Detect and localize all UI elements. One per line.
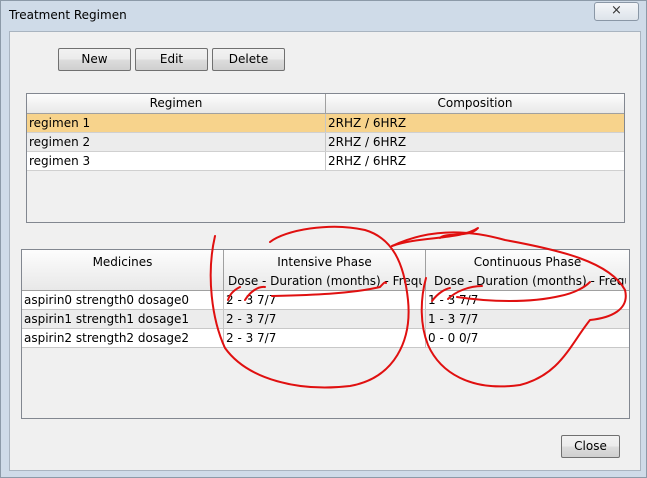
intensive-cell[interactable]: 2 - 3 7/7 <box>224 310 426 328</box>
continuous-cell[interactable]: 0 - 0 0/7 <box>426 329 629 347</box>
dialog-content: New Edit Delete Regimen Composition regi… <box>9 31 641 471</box>
column-header-continuous-phase[interactable]: Continuous Phase Dose - Duration (months… <box>426 250 629 290</box>
intensive-cell[interactable]: 2 - 3 7/7 <box>224 291 426 309</box>
column-header-medicines[interactable]: Medicines <box>22 250 224 290</box>
title-bar[interactable]: Treatment Regimen × <box>1 1 646 30</box>
column-header-composition[interactable]: Composition <box>326 94 624 113</box>
medicine-cell: aspirin2 strength2 dosage2 <box>22 329 224 347</box>
intensive-cell[interactable]: 2 - 3 7/7 <box>224 329 426 347</box>
regimen-table: Regimen Composition regimen 1 2RHZ / 6HR… <box>26 93 625 223</box>
regimen-cell: regimen 2 <box>27 133 326 151</box>
table-row[interactable]: regimen 1 2RHZ / 6HRZ <box>27 114 624 133</box>
composition-cell: 2RHZ / 6HRZ <box>328 116 407 130</box>
medicines-table: Medicines Intensive Phase Dose - Duratio… <box>21 249 630 419</box>
intensive-header-label: Intensive Phase <box>277 255 372 269</box>
composition-cell: 2RHZ / 6HRZ <box>328 154 407 168</box>
edit-button[interactable]: Edit <box>135 48 208 71</box>
continuous-cell[interactable]: 1 - 3 7/7 <box>426 291 629 309</box>
delete-button[interactable]: Delete <box>212 48 285 71</box>
column-header-regimen[interactable]: Regimen <box>27 94 326 113</box>
table-row[interactable]: aspirin0 strength0 dosage0 2 - 3 7/7 1 -… <box>22 291 629 310</box>
regimen-table-header: Regimen Composition <box>27 94 624 114</box>
close-icon: × <box>611 3 622 18</box>
regimen-cell: regimen 1 <box>27 114 326 132</box>
continuous-header-label: Continuous Phase <box>473 255 582 269</box>
medicine-cell: aspirin1 strength1 dosage1 <box>22 310 224 328</box>
continuous-subheader-label: Dose - Duration (months) - Frequ... <box>434 274 626 288</box>
new-button[interactable]: New <box>58 48 131 71</box>
continuous-cell[interactable]: 1 - 3 7/7 <box>426 310 629 328</box>
intensive-subheader-label: Dose - Duration (months) - Freque... <box>228 274 422 288</box>
table-row[interactable]: regimen 3 2RHZ / 6HRZ <box>27 152 624 171</box>
window-close-button[interactable]: × <box>594 2 639 21</box>
window-title: Treatment Regimen <box>9 8 127 22</box>
medicines-header-label: Medicines <box>92 255 153 269</box>
column-header-intensive-phase[interactable]: Intensive Phase Dose - Duration (months)… <box>224 250 426 290</box>
medicine-cell: aspirin0 strength0 dosage0 <box>22 291 224 309</box>
dialog-window: Treatment Regimen × New Edit Delete Regi… <box>0 0 647 478</box>
composition-cell: 2RHZ / 6HRZ <box>328 135 407 149</box>
table-row[interactable]: aspirin2 strength2 dosage2 2 - 3 7/7 0 -… <box>22 329 629 348</box>
table-row[interactable]: regimen 2 2RHZ / 6HRZ <box>27 133 624 152</box>
medicines-table-header: Medicines Intensive Phase Dose - Duratio… <box>22 250 629 291</box>
regimen-cell: regimen 3 <box>27 152 326 170</box>
close-button[interactable]: Close <box>561 435 620 458</box>
table-row[interactable]: aspirin1 strength1 dosage1 2 - 3 7/7 1 -… <box>22 310 629 329</box>
